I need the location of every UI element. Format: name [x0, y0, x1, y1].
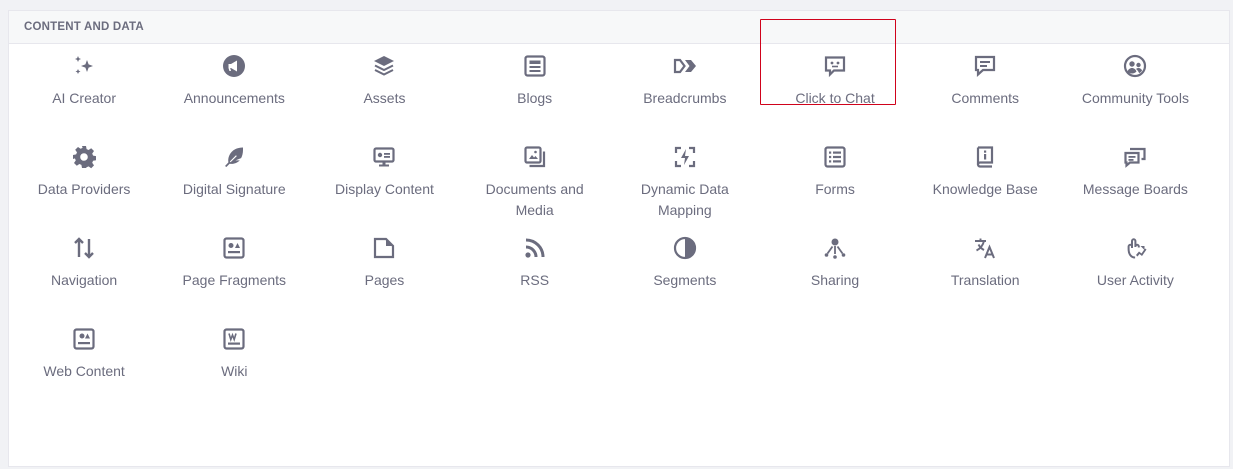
feather-icon — [220, 143, 248, 171]
app-item-forms[interactable]: Forms — [760, 135, 910, 226]
app-item-label: Dynamic Data Mapping — [640, 181, 729, 218]
app-item-label: Pages — [364, 272, 405, 288]
app-item-data-providers[interactable]: Data Providers — [9, 135, 159, 226]
page-fragments-icon — [220, 234, 248, 262]
blogs-icon — [521, 52, 549, 80]
display-content-icon — [370, 143, 398, 171]
user-activity-icon — [1121, 234, 1149, 262]
app-item-ai-creator[interactable]: AI Creator — [9, 44, 159, 135]
app-item-segments[interactable]: Segments — [610, 226, 760, 317]
app-item-digital-signature[interactable]: Digital Signature — [159, 135, 309, 226]
app-item-sharing[interactable]: Sharing — [760, 226, 910, 317]
app-item-label: Web Content — [43, 363, 125, 379]
app-item-label: Digital Signature — [182, 181, 286, 197]
app-item-label: Data Providers — [37, 181, 131, 197]
app-item-web-content[interactable]: Web Content — [9, 317, 159, 408]
translation-icon — [971, 234, 999, 262]
app-item-label: Knowledge Base — [932, 181, 1038, 197]
section-title: CONTENT AND DATA — [9, 11, 1229, 44]
app-grid: AI Creator Announcements Assets Blogs Breadc… — [9, 19, 1211, 408]
breadcrumb-icon — [671, 52, 699, 80]
knowledge-base-icon — [971, 143, 999, 171]
app-item-label: Breadcrumbs — [643, 90, 727, 106]
sharing-icon — [821, 234, 849, 262]
app-item-display-content[interactable]: Display Content — [309, 135, 459, 226]
app-item-wiki[interactable]: Wiki — [159, 317, 309, 408]
wiki-icon — [220, 325, 248, 353]
app-item-comments[interactable]: Comments — [910, 44, 1060, 135]
app-item-rss[interactable]: RSS — [460, 226, 610, 317]
app-item-breadcrumbs[interactable]: Breadcrumbs — [610, 44, 760, 135]
app-item-label: User Activity — [1096, 272, 1174, 288]
half-circle-icon — [671, 234, 699, 262]
app-item-label: Documents and Media — [485, 181, 584, 218]
app-item-label: AI Creator — [52, 90, 116, 106]
app-item-label: Blogs — [517, 90, 553, 106]
app-item-page-fragments[interactable]: Page Fragments — [159, 226, 309, 317]
app-item-community-tools[interactable]: Community Tools — [1060, 44, 1210, 135]
app-item-label: Click to Chat — [795, 90, 875, 106]
app-item-label: Forms — [815, 181, 855, 197]
dynamic-mapping-icon — [671, 143, 699, 171]
documents-media-icon — [521, 143, 549, 171]
app-item-label: Display Content — [335, 181, 434, 197]
app-item-assets[interactable]: Assets — [309, 44, 459, 135]
web-content-icon — [70, 325, 98, 353]
arrows-up-down-icon — [70, 234, 98, 262]
chat-bot-icon — [821, 52, 849, 80]
gear-icon — [70, 143, 98, 171]
app-item-pages[interactable]: Pages — [309, 226, 459, 317]
layers-icon — [370, 52, 398, 80]
app-item-message-boards[interactable]: Message Boards — [1060, 135, 1210, 226]
app-item-label: Segments — [653, 272, 717, 288]
app-item-dynamic-data-mapping[interactable]: Dynamic Data Mapping — [610, 135, 760, 226]
app-item-announcements[interactable]: Announcements — [159, 44, 309, 135]
app-item-label: Page Fragments — [182, 272, 287, 288]
app-item-documents-and-media[interactable]: Documents and Media — [460, 135, 610, 226]
page-icon — [370, 234, 398, 262]
app-item-label: Navigation — [51, 272, 118, 288]
app-item-label: Sharing — [810, 272, 860, 288]
community-icon — [1121, 52, 1149, 80]
forms-icon — [821, 143, 849, 171]
app-item-knowledge-base[interactable]: Knowledge Base — [910, 135, 1060, 226]
message-boards-icon — [1121, 143, 1149, 171]
app-item-label: RSS — [520, 272, 550, 288]
app-item-click-to-chat[interactable]: Click to Chat — [759, 19, 910, 135]
megaphone-icon — [220, 52, 248, 80]
app-item-label: Comments — [951, 90, 1020, 106]
app-item-label: Community Tools — [1081, 90, 1189, 106]
app-item-user-activity[interactable]: User Activity — [1060, 226, 1210, 317]
comment-icon — [971, 52, 999, 80]
sparkles-icon — [70, 52, 98, 80]
app-item-label: Wiki — [221, 363, 248, 379]
app-item-label: Message Boards — [1082, 181, 1188, 197]
app-item-translation[interactable]: Translation — [910, 226, 1060, 317]
app-item-blogs[interactable]: Blogs — [460, 44, 610, 135]
app-item-label: Assets — [363, 90, 406, 106]
app-item-label: Translation — [950, 272, 1020, 288]
app-item-label: Announcements — [183, 90, 285, 106]
app-item-navigation[interactable]: Navigation — [9, 226, 159, 317]
rss-icon — [521, 234, 549, 262]
